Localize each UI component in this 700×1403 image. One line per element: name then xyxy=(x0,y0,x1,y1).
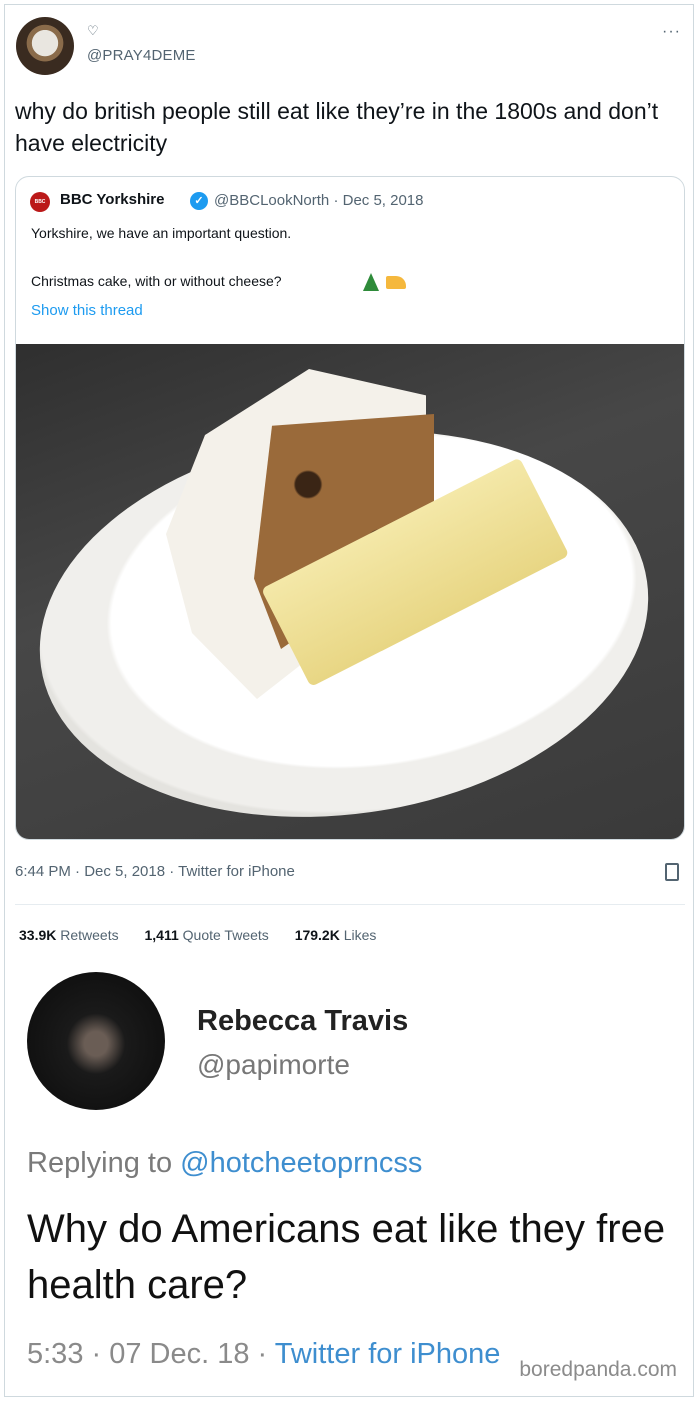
reply-handle[interactable]: @papimorte xyxy=(197,1049,350,1081)
quote-tweets-stat[interactable]: 1,411 Quote Tweets xyxy=(145,927,269,943)
user-handle[interactable]: @PRAY4DEME xyxy=(87,47,196,64)
likes-stat[interactable]: 179.2K Likes xyxy=(295,927,377,943)
quoted-tweet-card[interactable]: BBC BBC Yorkshire ✓ @BBCLookNorth · Dec … xyxy=(15,176,685,840)
watermark: boredpanda.com xyxy=(519,1358,677,1381)
reply-avatar[interactable] xyxy=(27,972,165,1110)
christmas-tree-icon xyxy=(363,273,379,291)
replying-to-line: Replying to @hotcheetoprncss xyxy=(27,1147,422,1180)
analytics-icon[interactable] xyxy=(665,863,679,881)
screenshot-frame: ♡ @PRAY4DEME ··· why do british people s… xyxy=(4,4,694,1397)
divider xyxy=(15,904,685,905)
quoted-handle-date: @BBCLookNorth · Dec 5, 2018 xyxy=(214,192,424,209)
replying-to-mention[interactable]: @hotcheetoprncss xyxy=(180,1147,422,1179)
quoted-display-name[interactable]: BBC Yorkshire xyxy=(60,191,164,208)
retweets-stat[interactable]: 33.9K Retweets xyxy=(19,927,119,943)
verified-badge-icon: ✓ xyxy=(190,192,208,210)
engagement-stats: 33.9K Retweets 1,411 Quote Tweets 179.2K… xyxy=(19,927,398,943)
cake-cheese-photo[interactable] xyxy=(16,344,684,839)
display-name-heart[interactable]: ♡ xyxy=(87,23,99,39)
reply-text: Why do Americans eat like they free heal… xyxy=(27,1207,666,1307)
avatar[interactable] xyxy=(16,17,74,75)
reply-source-link[interactable]: Twitter for iPhone xyxy=(275,1338,501,1370)
quoted-text-line: Yorkshire, we have an important question… xyxy=(31,225,292,241)
reply-timestamp: 5:33 · 07 Dec. 18 · Twitter for iPhone xyxy=(27,1338,500,1371)
tweet-timestamp[interactable]: 6:44 PM · Dec 5, 2018 · Twitter for iPho… xyxy=(15,863,295,880)
show-thread-link[interactable]: Show this thread xyxy=(31,302,143,319)
more-options-icon[interactable]: ··· xyxy=(662,23,681,41)
tweet-text: why do british people still eat like the… xyxy=(15,98,659,156)
reply-display-name[interactable]: Rebecca Travis xyxy=(197,1005,408,1038)
replying-to-label: Replying to xyxy=(27,1147,173,1179)
quoted-text-line: Christmas cake, with or without cheese? xyxy=(31,273,282,289)
reply-time: 5:33 · 07 Dec. 18 · xyxy=(27,1338,268,1370)
bbc-logo-icon: BBC xyxy=(30,192,50,212)
cheese-icon xyxy=(386,276,406,289)
